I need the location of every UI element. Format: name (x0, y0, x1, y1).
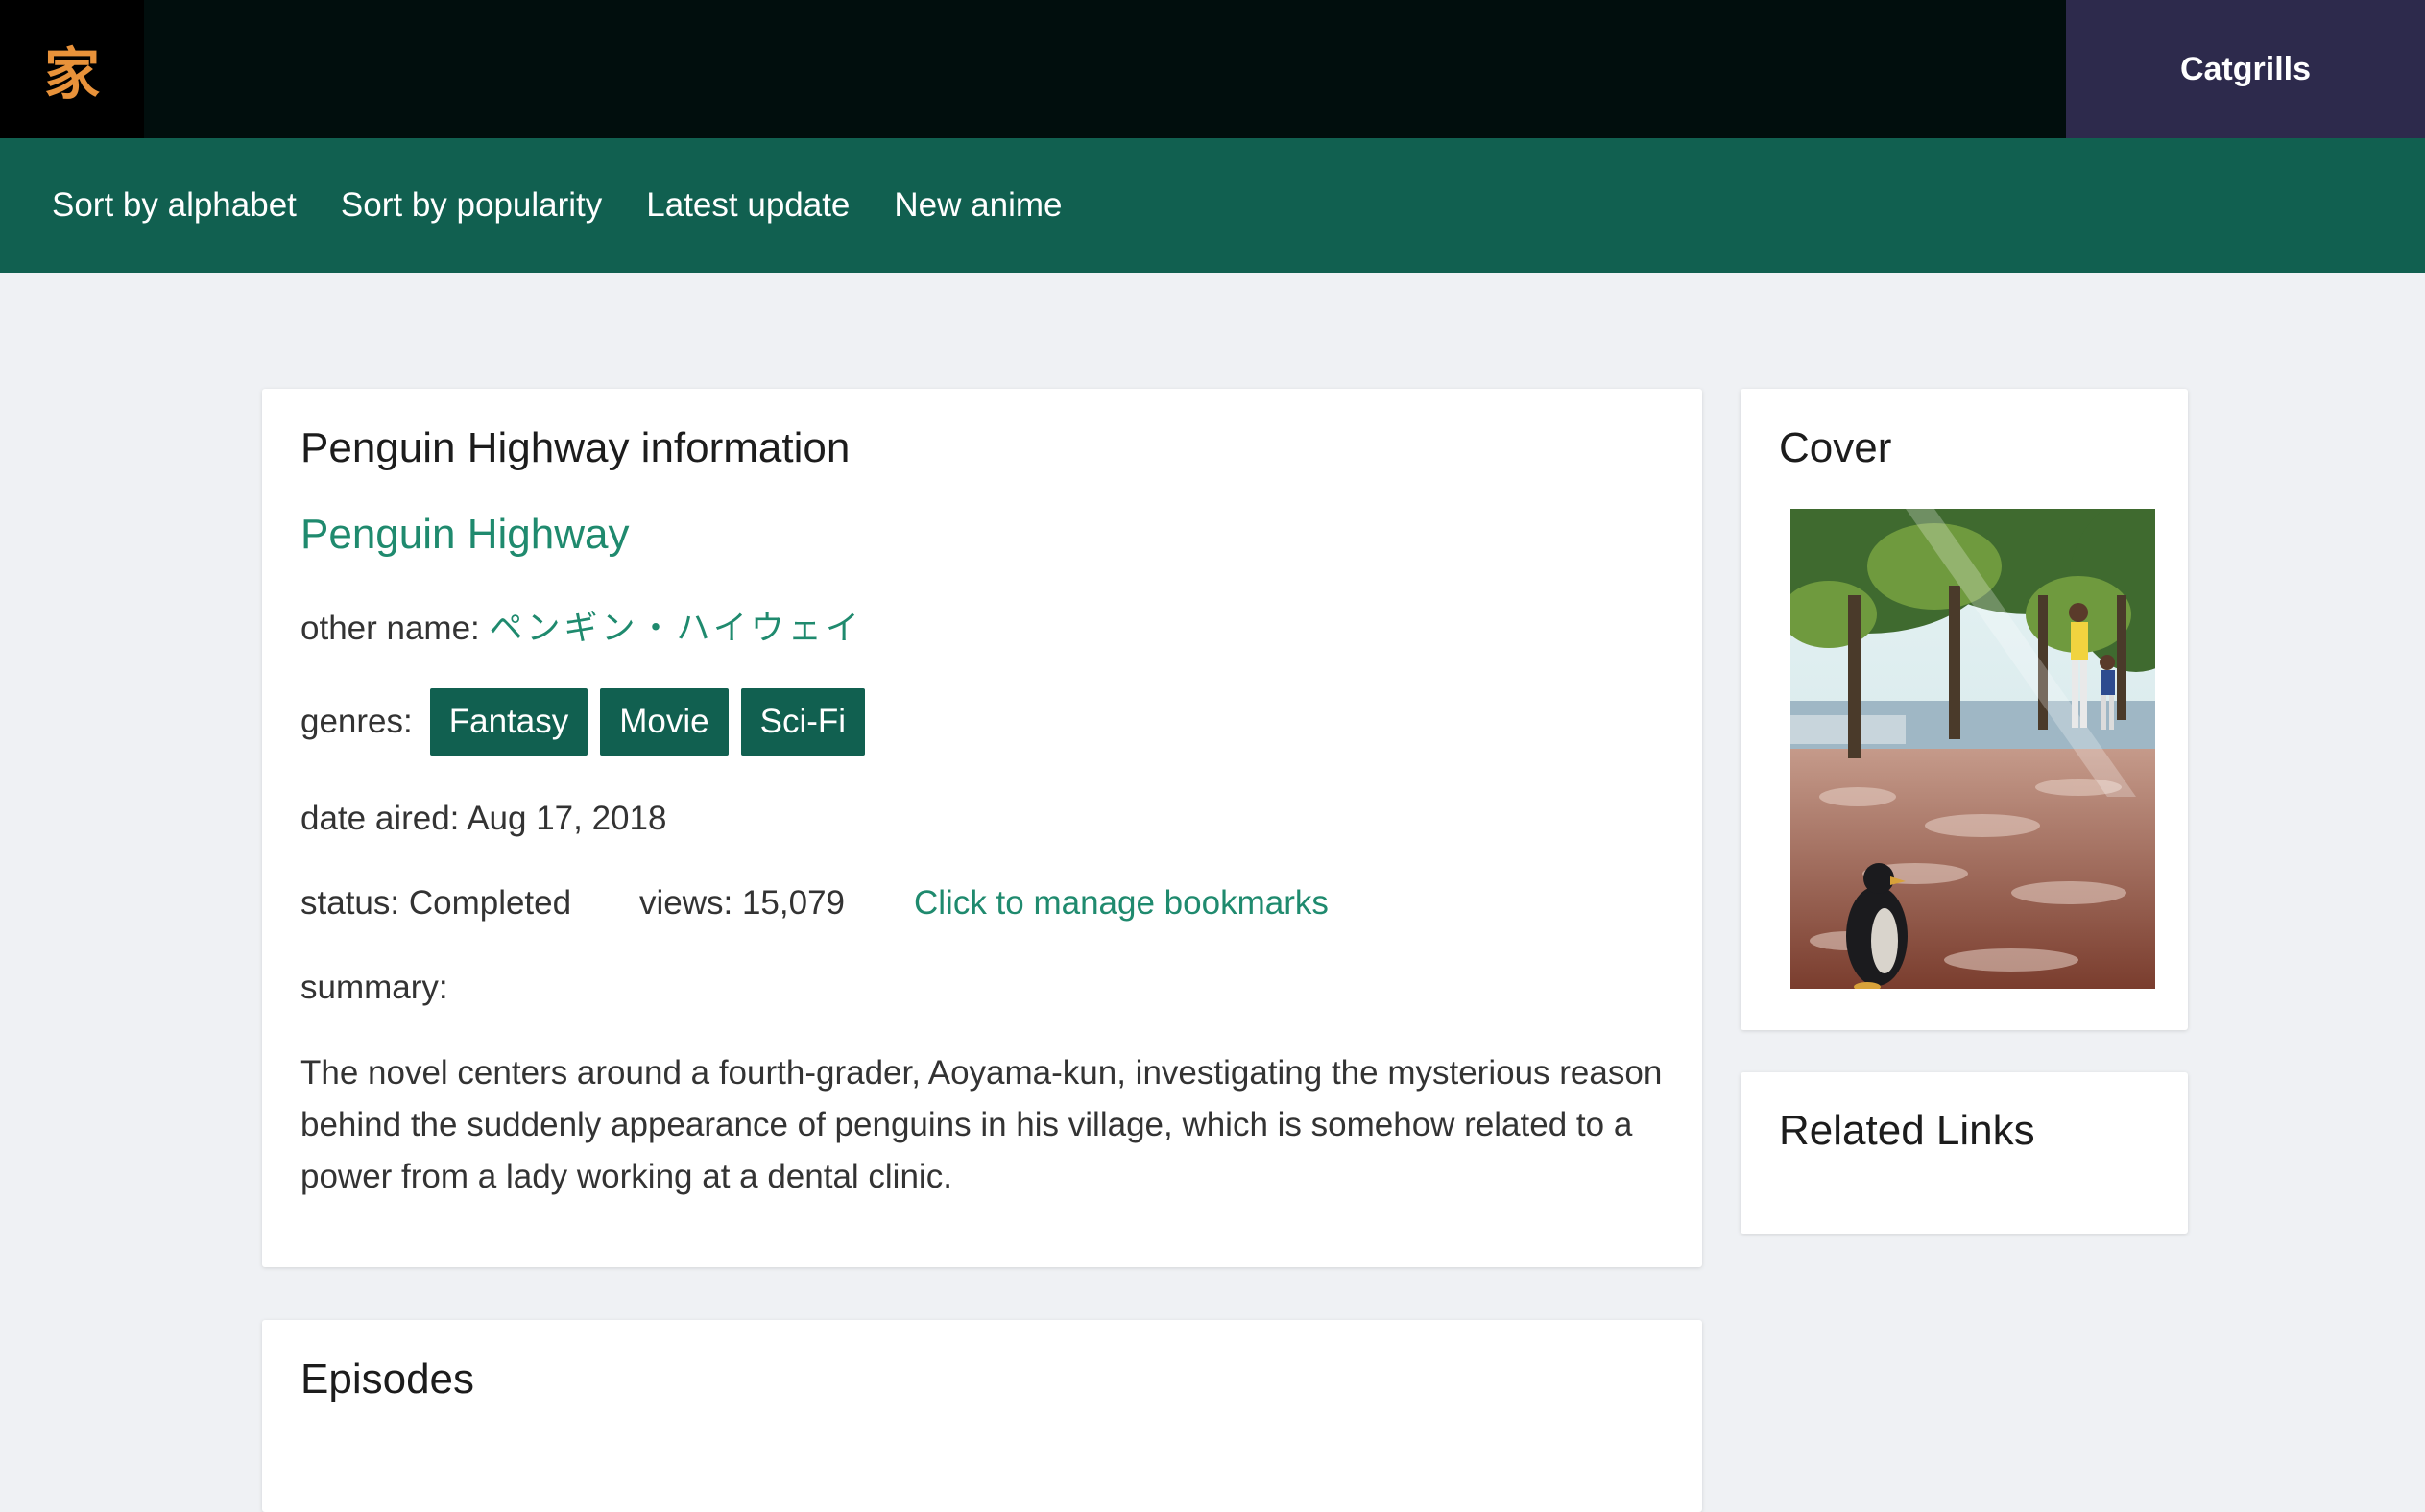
manage-bookmarks-link[interactable]: Click to manage bookmarks (914, 884, 1329, 923)
other-name-label: other name: (300, 609, 480, 647)
nav-sort-popularity[interactable]: Sort by popularity (341, 186, 602, 225)
other-name-value: ペンギン・ハイウェイ (489, 609, 863, 648)
cover-heading: Cover (1779, 424, 1892, 471)
genres-row: genres: Fantasy Movie Sci-Fi (300, 687, 1664, 756)
cover-image[interactable] (1790, 508, 2155, 989)
status-text: status: Completed (300, 883, 572, 922)
user-menu[interactable]: Catgrills (2066, 0, 2425, 138)
status-row: status: Completed views: 15,079 Click to… (300, 884, 1664, 923)
cover-card: Cover (1741, 389, 2188, 1030)
genres-label: genres: (300, 702, 413, 740)
anime-title-link[interactable]: Penguin Highway (300, 511, 1664, 559)
genre-tag-fantasy[interactable]: Fantasy (429, 687, 588, 756)
anime-info-card: Penguin Highway information Penguin High… (262, 389, 1702, 1267)
genre-tag-movie[interactable]: Movie (600, 687, 729, 756)
related-links-heading: Related Links (1779, 1107, 2035, 1154)
nav-latest-update[interactable]: Latest update (646, 186, 850, 225)
site-logo[interactable]: 家 (0, 0, 144, 138)
summary-label: summary: (300, 968, 448, 1006)
nav-new-anime[interactable]: New anime (894, 186, 1062, 225)
episodes-card: Episodes (262, 1320, 1702, 1512)
nav-sort-alphabet[interactable]: Sort by alphabet (52, 186, 297, 225)
date-aired: date aired: Aug 17, 2018 (300, 799, 667, 837)
genre-tag-scifi[interactable]: Sci-Fi (740, 687, 866, 756)
info-heading: Penguin Highway information (300, 424, 851, 471)
other-name-row: other name: ペンギン・ハイウェイ (300, 601, 1664, 650)
related-links-card: Related Links (1741, 1072, 2188, 1234)
main-nav: Sort by alphabet Sort by popularity Late… (0, 138, 2425, 273)
views-count: views: 15,079 (639, 883, 846, 922)
episodes-heading: Episodes (300, 1356, 475, 1403)
top-bar: 家 Catgrills (0, 0, 2425, 138)
summary-text: The novel centers around a fourth-grader… (300, 1053, 1663, 1195)
